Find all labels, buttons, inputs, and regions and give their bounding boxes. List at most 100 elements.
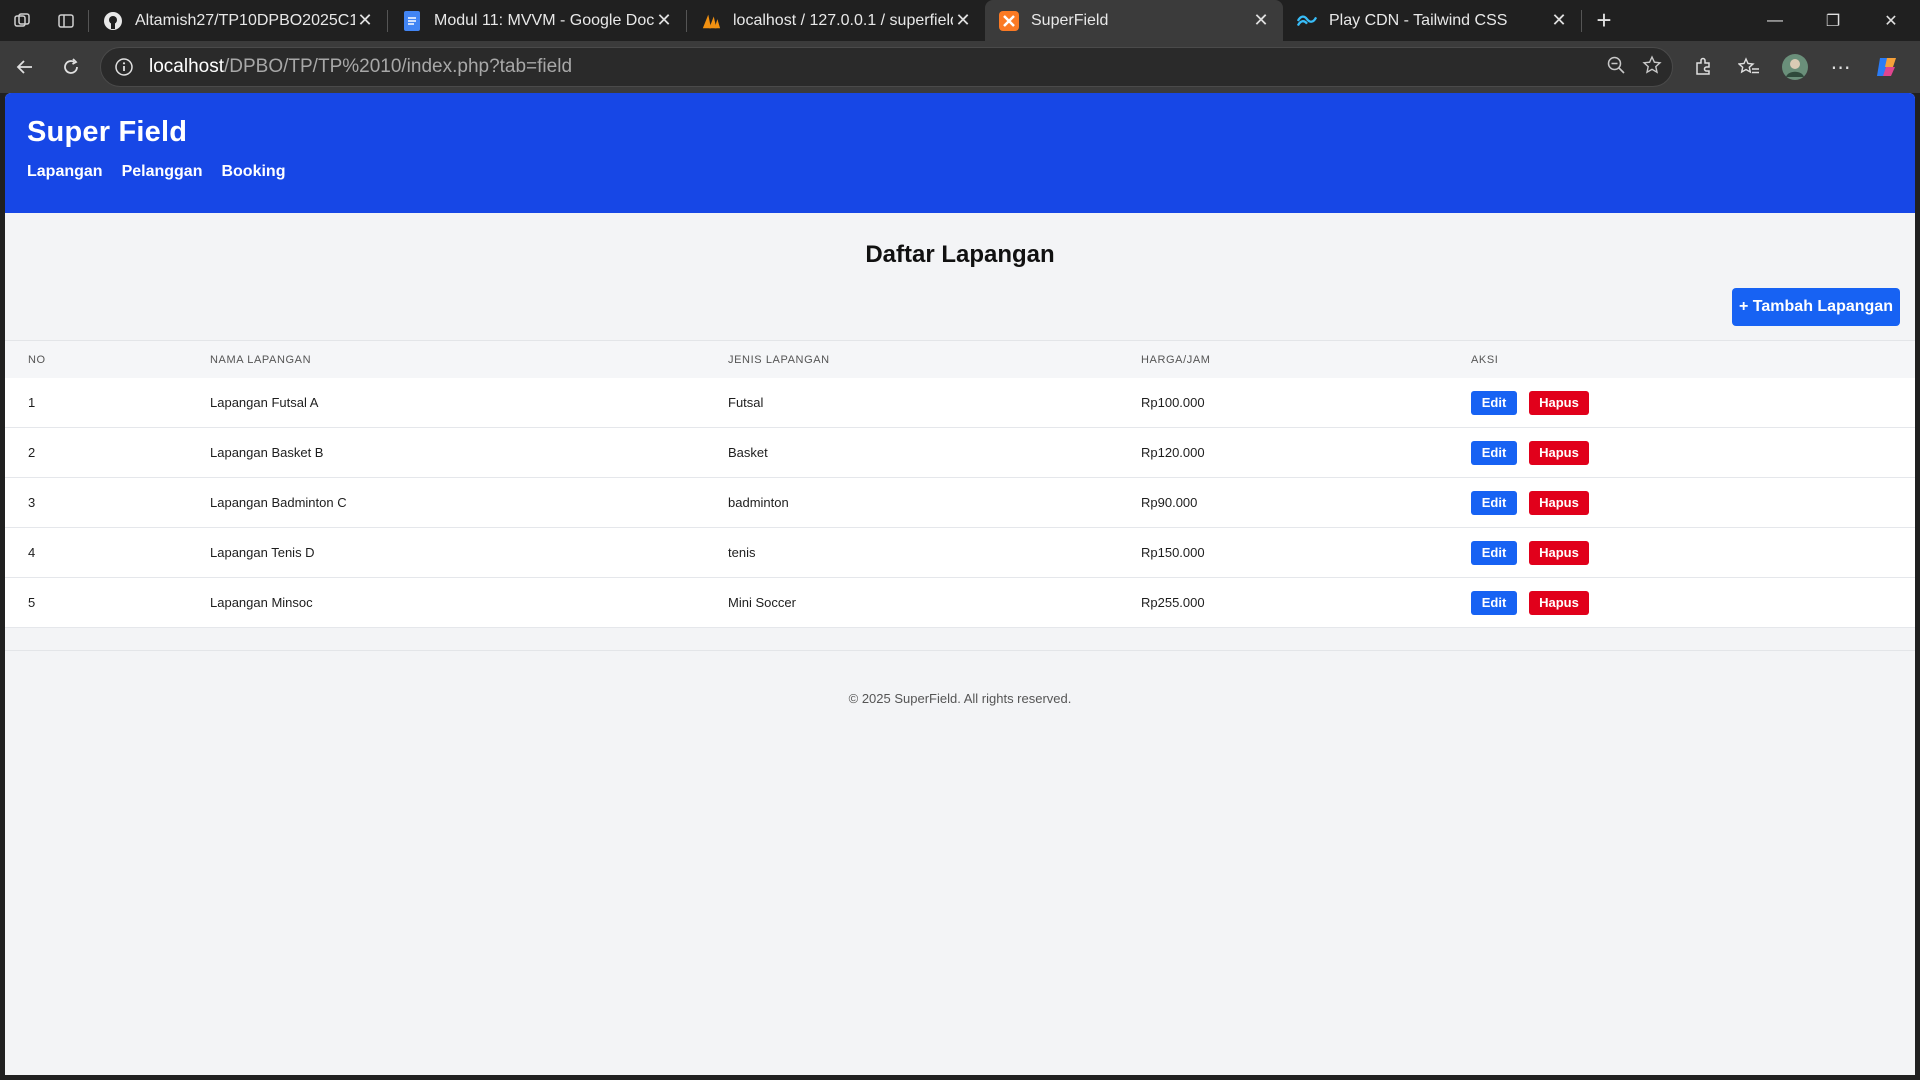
tab-title: Altamish27/TP10DPBO2025C1 — [135, 11, 355, 29]
delete-button[interactable]: Hapus — [1529, 390, 1589, 415]
tab-title: Play CDN - Tailwind CSS — [1329, 11, 1508, 29]
page-viewport: Super Field Lapangan Pelanggan Booking D… — [5, 93, 1915, 1075]
site-header: Super Field Lapangan Pelanggan Booking — [5, 93, 1915, 213]
table-row: 1 Lapangan Futsal A Futsal Rp100.000 Edi… — [5, 378, 1915, 428]
close-icon[interactable]: ✕ — [654, 10, 674, 31]
new-tab-icon[interactable]: + — [1582, 0, 1626, 41]
delete-button[interactable]: Hapus — [1529, 490, 1589, 515]
edit-button[interactable]: Edit — [1471, 490, 1517, 515]
delete-button[interactable]: Hapus — [1529, 440, 1589, 465]
row-no: 1 — [28, 395, 36, 410]
row-nama: Lapangan Basket B — [210, 445, 324, 460]
edit-button[interactable]: Edit — [1471, 440, 1517, 465]
row-harga: Rp100.000 — [1141, 395, 1205, 410]
tab-superfield[interactable]: SuperField ✕ — [985, 0, 1283, 41]
row-jenis: Basket — [728, 445, 768, 460]
window-controls: — ❐ ✕ — [1746, 0, 1920, 41]
edit-button[interactable]: Edit — [1471, 540, 1517, 565]
row-jenis: Mini Soccer — [728, 595, 796, 610]
extensions-icon[interactable] — [1680, 45, 1726, 89]
delete-button[interactable]: Hapus — [1529, 540, 1589, 565]
row-jenis: tenis — [728, 545, 756, 560]
tab-title: localhost / 127.0.0.1 / superfield / — [733, 11, 953, 29]
favorites-icon[interactable] — [1726, 45, 1772, 89]
row-harga: Rp120.000 — [1141, 445, 1205, 460]
zoom-out-icon[interactable] — [1606, 55, 1626, 80]
field-table: NO NAMA LAPANGAN JENIS LAPANGAN HARGA/JA… — [5, 340, 1915, 628]
row-harga: Rp255.000 — [1141, 595, 1205, 610]
row-no: 2 — [28, 445, 36, 460]
xampp-icon — [999, 10, 1019, 31]
row-no: 3 — [28, 495, 36, 510]
copilot-icon[interactable] — [1864, 45, 1910, 89]
footer-text: © 2025 SuperField. All rights reserved. — [848, 691, 1072, 706]
workspaces-icon[interactable] — [0, 0, 44, 41]
column-header-jenis: JENIS LAPANGAN — [728, 353, 830, 366]
site-info-icon[interactable] — [113, 56, 135, 78]
main-nav: Lapangan Pelanggan Booking — [27, 163, 1893, 181]
page-title: Daftar Lapangan — [865, 241, 1055, 268]
toolbar-right: ⋯ — [1680, 41, 1910, 93]
close-icon[interactable]: ✕ — [1549, 10, 1569, 31]
nav-booking[interactable]: Booking — [221, 163, 285, 181]
close-icon[interactable]: ✕ — [355, 10, 375, 31]
profile-avatar[interactable] — [1772, 45, 1818, 89]
window-close-icon[interactable]: ✕ — [1862, 0, 1920, 41]
reload-icon[interactable] — [48, 45, 94, 89]
column-header-nama: NAMA LAPANGAN — [210, 353, 312, 366]
close-icon[interactable]: ✕ — [1251, 10, 1271, 31]
tab-tailwind[interactable]: Play CDN - Tailwind CSS ✕ — [1283, 0, 1581, 41]
table-row: 4 Lapangan Tenis D tenis Rp150.000 Edit … — [5, 528, 1915, 578]
column-header-no: NO — [28, 353, 46, 366]
nav-lapangan[interactable]: Lapangan — [27, 163, 103, 181]
minimize-icon[interactable]: — — [1746, 0, 1804, 41]
row-actions: Edit Hapus — [1471, 490, 1589, 515]
more-options-icon[interactable]: ⋯ — [1818, 45, 1864, 89]
site-brand[interactable]: Super Field — [27, 116, 1893, 149]
row-harga: Rp150.000 — [1141, 545, 1205, 560]
nav-pelanggan[interactable]: Pelanggan — [122, 163, 203, 181]
url-host: localhost — [149, 56, 224, 77]
table-row: 5 Lapangan Minsoc Mini Soccer Rp255.000 … — [5, 578, 1915, 628]
row-actions: Edit Hapus — [1471, 590, 1589, 615]
tab-google-docs[interactable]: Modul 11: MVVM - Google Docs ✕ — [388, 0, 686, 41]
phpmyadmin-icon — [701, 11, 721, 31]
row-jenis: badminton — [728, 495, 789, 510]
site-footer: © 2025 SuperField. All rights reserved. — [5, 650, 1915, 706]
google-docs-icon — [402, 10, 422, 31]
github-icon — [103, 11, 123, 31]
restore-icon[interactable]: ❐ — [1804, 0, 1862, 41]
add-field-button[interactable]: + Tambah Lapangan — [1732, 288, 1900, 326]
row-no: 5 — [28, 595, 36, 610]
row-actions: Edit Hapus — [1471, 390, 1589, 415]
row-nama: Lapangan Minsoc — [210, 595, 313, 610]
column-header-aksi: AKSI — [1471, 353, 1499, 366]
vertical-tabs-icon[interactable] — [44, 0, 88, 41]
main-content: Daftar Lapangan + Tambah Lapangan NO NAM… — [5, 213, 1915, 650]
favorite-star-icon[interactable] — [1642, 54, 1662, 80]
column-header-harga: HARGA/JAM — [1141, 353, 1211, 366]
close-icon[interactable]: ✕ — [953, 10, 973, 31]
tab-title: Modul 11: MVVM - Google Docs — [434, 11, 654, 29]
row-jenis: Futsal — [728, 395, 764, 410]
browser-tab-strip: Altamish27/TP10DPBO2025C1 ✕ Modul 11: MV… — [0, 0, 1920, 41]
tab-title: SuperField — [1031, 11, 1109, 29]
row-no: 4 — [28, 545, 36, 560]
tailwind-icon — [1297, 11, 1317, 31]
address-bar[interactable]: localhost/DPBO/TP/TP%2010/index.php?tab=… — [100, 47, 1673, 87]
browser-toolbar: localhost/DPBO/TP/TP%2010/index.php?tab=… — [0, 41, 1920, 93]
edit-button[interactable]: Edit — [1471, 390, 1517, 415]
table-row: 2 Lapangan Basket B Basket Rp120.000 Edi… — [5, 428, 1915, 478]
edit-button[interactable]: Edit — [1471, 590, 1517, 615]
row-harga: Rp90.000 — [1141, 495, 1198, 510]
tab-github[interactable]: Altamish27/TP10DPBO2025C1 ✕ — [89, 0, 387, 41]
url-text: localhost/DPBO/TP/TP%2010/index.php?tab=… — [149, 56, 572, 78]
row-nama: Lapangan Futsal A — [210, 395, 319, 410]
row-nama: Lapangan Tenis D — [210, 545, 315, 560]
tab-phpmyadmin[interactable]: localhost / 127.0.0.1 / superfield / ✕ — [687, 0, 985, 41]
delete-button[interactable]: Hapus — [1529, 590, 1589, 615]
table-header: NO NAMA LAPANGAN JENIS LAPANGAN HARGA/JA… — [5, 341, 1915, 378]
back-icon[interactable] — [2, 45, 48, 89]
url-path: /DPBO/TP/TP%2010/index.php?tab=field — [224, 56, 573, 77]
table-row: 3 Lapangan Badminton C badminton Rp90.00… — [5, 478, 1915, 528]
